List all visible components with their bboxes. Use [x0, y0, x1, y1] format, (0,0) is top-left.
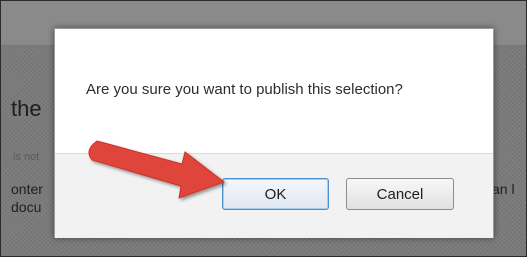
cancel-button[interactable]: Cancel: [346, 178, 454, 210]
background-text-line-1: onter: [11, 181, 43, 197]
screenshot-frame: the is not onter docu can l Are you sure…: [0, 0, 527, 257]
dialog-footer: OK Cancel: [55, 153, 493, 238]
dialog-message: Are you sure you want to publish this se…: [86, 81, 403, 98]
confirm-publish-dialog: Are you sure you want to publish this se…: [54, 28, 494, 238]
background-text-line-2: docu: [11, 199, 42, 215]
background-heading-fragment: the: [11, 96, 42, 121]
background-small-text-fragment: is not: [13, 151, 40, 163]
dialog-body: Are you sure you want to publish this se…: [55, 29, 493, 153]
ok-button[interactable]: OK: [222, 178, 329, 210]
